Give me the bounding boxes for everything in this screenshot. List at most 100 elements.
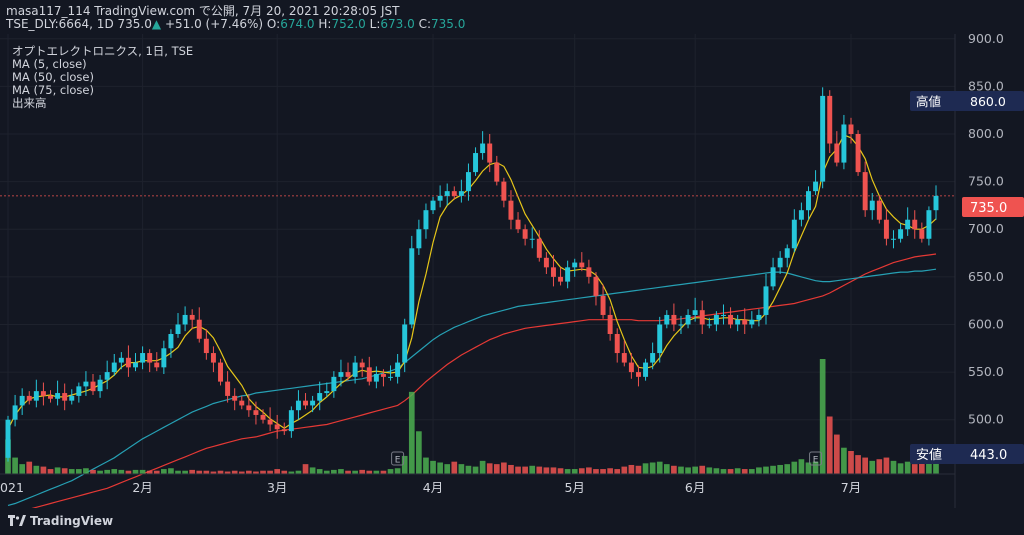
candle-body	[203, 338, 209, 354]
candle-body	[274, 424, 280, 430]
y-tick-label: 650.0	[968, 269, 1004, 284]
candle-body	[267, 419, 273, 425]
y-tick-label: 600.0	[968, 316, 1004, 331]
candle-body	[898, 229, 904, 239]
brand-name: TradingView	[30, 514, 114, 528]
volume-bar	[161, 469, 167, 474]
candle-body	[820, 95, 826, 182]
volume-bar	[19, 464, 26, 474]
last-price-badge: 735.0	[962, 197, 1024, 217]
candle-body	[742, 319, 748, 325]
candle-body	[848, 124, 854, 134]
candle-body	[196, 319, 202, 339]
candle-body	[614, 334, 620, 354]
candle-body	[543, 257, 549, 268]
volume-bar	[741, 469, 748, 474]
candle-body	[218, 362, 223, 382]
volume-bar	[564, 469, 571, 474]
volume-bar	[678, 466, 684, 474]
low-badge-value: 443.0	[970, 448, 1007, 463]
candle-body	[473, 153, 479, 173]
candle-body	[310, 400, 316, 406]
volume-bar	[189, 469, 196, 474]
volume-bar	[486, 463, 493, 474]
volume-bar	[897, 463, 904, 474]
candle-body	[416, 229, 422, 249]
candle-body	[813, 181, 819, 192]
candle-body	[55, 393, 61, 399]
candle-body	[664, 314, 670, 325]
candle-body	[281, 429, 287, 432]
candle-body	[494, 162, 500, 182]
volume-bar	[784, 464, 791, 474]
volume-bar	[685, 467, 691, 474]
volume-bar	[12, 457, 18, 474]
candle-body	[522, 229, 528, 239]
volume-bar	[635, 465, 642, 474]
candle-body	[40, 391, 46, 396]
volume-bar	[387, 469, 394, 474]
candle-body	[423, 210, 429, 230]
candle-body	[529, 238, 535, 240]
candle-body	[905, 219, 911, 230]
candle-body	[253, 410, 259, 415]
candle-body	[303, 400, 309, 406]
volume-bar	[416, 431, 422, 474]
volume-bar	[550, 467, 557, 474]
volume-bar	[111, 469, 118, 474]
volume-bar	[430, 460, 436, 474]
volume-bar	[798, 459, 805, 474]
volume-bar	[663, 464, 670, 474]
volume-bar	[40, 466, 47, 474]
volume-bar	[869, 460, 876, 474]
volume-bar	[83, 468, 89, 474]
volume-bar	[586, 467, 592, 474]
candle-body	[97, 379, 103, 392]
volume-bar	[394, 468, 401, 474]
volume-bar	[883, 457, 890, 474]
volume-bar	[862, 457, 868, 474]
volume-bar	[720, 469, 727, 474]
volume-bar	[536, 466, 543, 474]
candle-body	[628, 362, 634, 373]
candle-body	[225, 381, 231, 396]
candle-body	[827, 95, 833, 144]
candle-body	[621, 353, 627, 363]
high-label: H:	[318, 17, 332, 31]
candle-body	[388, 376, 394, 378]
volume-bar	[649, 462, 656, 474]
candle-body	[90, 381, 96, 392]
candle-body	[62, 393, 68, 401]
candle-body	[26, 395, 32, 401]
volume-bar	[104, 469, 111, 474]
volume-bar	[642, 463, 649, 474]
volume-bar	[451, 461, 458, 474]
legend-volume: 出来高	[12, 96, 47, 110]
volume-bar	[628, 464, 635, 474]
candle-body	[451, 191, 457, 196]
candle-body	[338, 372, 344, 377]
candle-body	[784, 248, 790, 258]
volume-bar	[26, 461, 33, 474]
volume-bar	[472, 466, 479, 474]
volume-bar	[593, 469, 599, 474]
volume-bar	[508, 464, 514, 474]
candle-body	[515, 219, 521, 230]
volume-bar	[748, 469, 755, 474]
low-badge-label: 安値	[916, 447, 942, 463]
volume-bar	[571, 469, 578, 474]
candle-body	[926, 210, 932, 239]
candle-body	[352, 362, 358, 377]
candle-body	[735, 319, 741, 325]
candle-body	[706, 324, 712, 326]
candle-body	[437, 195, 443, 201]
volume-bar	[578, 468, 585, 474]
brand[interactable]: TradingView	[8, 514, 113, 528]
candle-body	[635, 372, 641, 377]
candle-body	[558, 276, 564, 282]
volume-bar	[791, 461, 798, 474]
volume-bar	[458, 464, 465, 474]
candle-body	[883, 219, 889, 239]
candle-body	[791, 219, 797, 249]
candle-body	[579, 262, 585, 268]
